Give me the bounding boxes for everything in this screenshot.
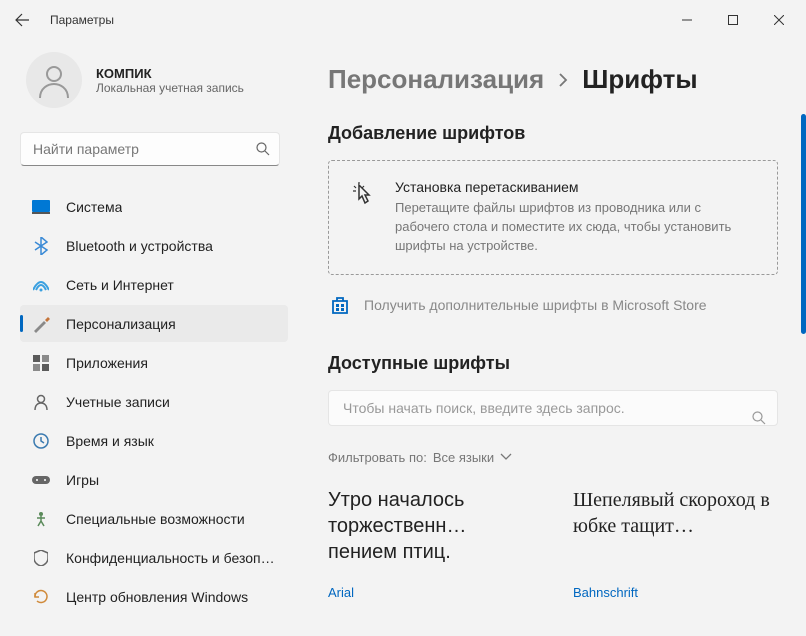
- add-fonts-heading: Добавление шрифтов: [328, 123, 778, 144]
- network-icon: [32, 276, 50, 294]
- search-input[interactable]: [20, 132, 280, 166]
- profile-name: КОМПИК: [96, 66, 244, 81]
- filter-dropdown[interactable]: Фильтровать по: Все языки: [328, 450, 778, 465]
- font-search-input[interactable]: [328, 390, 778, 426]
- sidebar-item-bluetooth[interactable]: Bluetooth и устройства: [20, 227, 288, 264]
- minimize-icon: [682, 15, 692, 25]
- sidebar-item-network[interactable]: Сеть и Интернет: [20, 266, 288, 303]
- accessibility-icon: [32, 510, 50, 528]
- sidebar-item-label: Центр обновления Windows: [66, 589, 248, 605]
- dropzone-title: Установка перетаскиванием: [395, 179, 757, 195]
- window-title: Параметры: [50, 13, 114, 27]
- accounts-icon: [32, 393, 50, 411]
- avatar: [26, 52, 82, 108]
- chevron-right-icon: [558, 73, 568, 87]
- sidebar-item-label: Bluetooth и устройства: [66, 238, 213, 254]
- sidebar-item-label: Приложения: [66, 355, 148, 371]
- sidebar-item-label: Конфиденциальность и безопасность: [66, 550, 276, 566]
- sidebar-item-update[interactable]: Центр обновления Windows: [20, 578, 288, 615]
- sidebar-item-label: Персонализация: [66, 316, 176, 332]
- close-button[interactable]: [756, 4, 802, 36]
- filter-value: Все языки: [433, 450, 494, 465]
- sidebar-item-system[interactable]: Система: [20, 188, 288, 225]
- chevron-down-icon: [500, 453, 512, 461]
- breadcrumb-current: Шрифты: [582, 64, 697, 95]
- sidebar-item-accessibility[interactable]: Специальные возможности: [20, 500, 288, 537]
- font-sample: Шепелявый скороход в юбке тащит…: [573, 487, 778, 569]
- system-icon: [32, 198, 50, 216]
- store-icon: [330, 295, 350, 315]
- font-name-link[interactable]: Bahnschrift: [573, 585, 778, 600]
- arrow-left-icon: [14, 12, 30, 28]
- sidebar-item-privacy[interactable]: Конфиденциальность и безопасность: [20, 539, 288, 576]
- font-name-link[interactable]: Arial: [328, 585, 533, 600]
- apps-icon: [32, 354, 50, 372]
- sidebar-item-label: Игры: [66, 472, 99, 488]
- maximize-icon: [728, 15, 738, 25]
- filter-label: Фильтровать по:: [328, 450, 427, 465]
- store-link-text: Получить дополнительные шрифты в Microso…: [364, 297, 707, 313]
- profile-block[interactable]: КОМПИК Локальная учетная запись: [20, 52, 300, 108]
- sidebar-item-apps[interactable]: Приложения: [20, 344, 288, 381]
- profile-subtitle: Локальная учетная запись: [96, 81, 244, 95]
- sidebar-item-label: Время и язык: [66, 433, 154, 449]
- sidebar-item-label: Система: [66, 199, 122, 215]
- update-icon: [32, 588, 50, 606]
- available-fonts-heading: Доступные шрифты: [328, 353, 778, 374]
- personalization-icon: [32, 315, 50, 333]
- sidebar-item-accounts[interactable]: Учетные записи: [20, 383, 288, 420]
- search-icon: [752, 411, 766, 425]
- font-sample: Утро началось торжественн… пением птиц.: [328, 487, 533, 569]
- sidebar-item-label: Сеть и Интернет: [66, 277, 174, 293]
- person-icon: [36, 62, 72, 98]
- sidebar-item-gaming[interactable]: Игры: [20, 461, 288, 498]
- sidebar-item-label: Учетные записи: [66, 394, 170, 410]
- breadcrumb: Персонализация Шрифты: [328, 64, 778, 95]
- sidebar-item-personalization[interactable]: Персонализация: [20, 305, 288, 342]
- back-button[interactable]: [12, 10, 32, 30]
- gaming-icon: [32, 471, 50, 489]
- sidebar-item-time[interactable]: Время и язык: [20, 422, 288, 459]
- font-card[interactable]: Утро началось торжественн… пением птиц. …: [328, 487, 533, 600]
- scrollbar-thumb[interactable]: [801, 114, 806, 334]
- sidebar-item-label: Специальные возможности: [66, 511, 245, 527]
- search-icon: [256, 142, 270, 156]
- breadcrumb-parent[interactable]: Персонализация: [328, 64, 544, 95]
- font-card[interactable]: Шепелявый скороход в юбке тащит… Bahnsch…: [573, 487, 778, 600]
- maximize-button[interactable]: [710, 4, 756, 36]
- font-dropzone[interactable]: Установка перетаскиванием Перетащите фай…: [328, 160, 778, 275]
- drag-pointer-icon: [349, 179, 377, 256]
- time-icon: [32, 432, 50, 450]
- close-icon: [774, 15, 784, 25]
- dropzone-subtitle: Перетащите файлы шрифтов из проводника и…: [395, 199, 757, 256]
- store-link[interactable]: Получить дополнительные шрифты в Microso…: [328, 293, 778, 317]
- privacy-icon: [32, 549, 50, 567]
- minimize-button[interactable]: [664, 4, 710, 36]
- bluetooth-icon: [32, 237, 50, 255]
